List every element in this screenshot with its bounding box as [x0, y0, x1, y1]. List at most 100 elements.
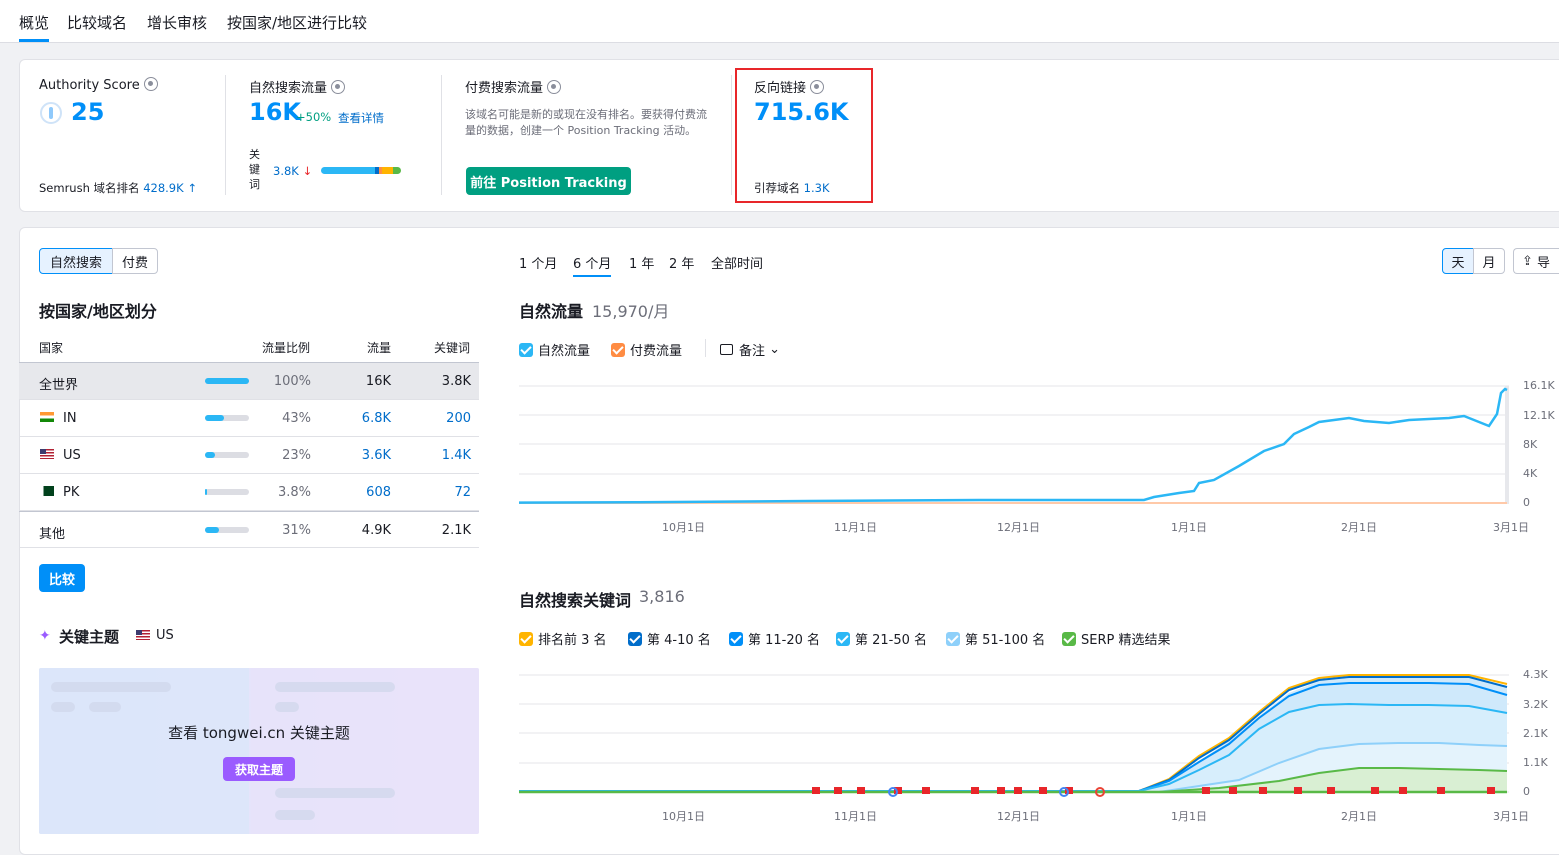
keywords-value: 3.8K ↓: [273, 164, 312, 178]
info-icon[interactable]: [143, 77, 158, 91]
header-keywords[interactable]: 关键词: [434, 339, 470, 356]
checkbox-icon: [519, 631, 533, 646]
tab-growth-audit[interactable]: 增长审核: [147, 12, 207, 33]
header-traffic[interactable]: 流量: [367, 339, 391, 356]
country-name: 其他: [39, 527, 66, 542]
y-tick: 16.1K: [1523, 379, 1555, 392]
paid-traffic-description: 该域名可能是新的或现在没有排名。要获得付费流量的数据，创建一个 Position…: [465, 108, 707, 137]
us-flag-icon: [136, 630, 150, 640]
paid-toggle[interactable]: 付费: [112, 248, 158, 274]
tab-compare-domains[interactable]: 比较域名: [67, 12, 127, 33]
country-name: IN: [63, 411, 77, 426]
info-icon[interactable]: [331, 80, 346, 94]
traffic-value[interactable]: 3.6K: [341, 448, 391, 463]
table-row[interactable]: US 23% 3.6K 1.4K: [19, 437, 479, 474]
traffic-chart-subtitle: 15,970/月: [592, 302, 670, 321]
table-row[interactable]: PK 3.8% 608 72: [19, 474, 479, 511]
down-arrow-icon: ↓: [302, 164, 313, 178]
x-tick: 10月1日: [662, 521, 705, 534]
comment-icon: [720, 344, 733, 355]
legend-4-10[interactable]: 第 4-10 名: [628, 629, 711, 648]
x-tick: 10月1日: [662, 810, 705, 823]
legend-paid[interactable]: 付费流量: [611, 340, 682, 359]
divider: [441, 75, 442, 195]
legend-51-100[interactable]: 第 51-100 名: [946, 629, 1045, 648]
traffic-value[interactable]: 608: [341, 485, 391, 500]
india-flag-icon: [40, 412, 54, 422]
topics-country: US: [156, 628, 174, 643]
country-name: PK: [63, 485, 80, 500]
y-tick: 4.3K: [1523, 668, 1548, 681]
keyword-distribution-bar: [321, 167, 401, 174]
x-tick: 3月1日: [1493, 521, 1529, 534]
share-bar-fill: [205, 415, 224, 421]
traffic-chart-title: 自然流量: [519, 302, 584, 321]
tab-compare-countries[interactable]: 按国家/地区进行比较: [227, 12, 367, 33]
x-tick: 2月1日: [1341, 810, 1377, 823]
legend-21-50[interactable]: 第 21-50 名: [836, 629, 927, 648]
organic-traffic-line: [519, 387, 1508, 504]
legend-serp[interactable]: SERP 精选结果: [1062, 629, 1170, 648]
keywords-value[interactable]: 200: [421, 411, 471, 426]
y-tick: 8K: [1523, 438, 1538, 451]
period-6-months[interactable]: 6 个月: [573, 253, 612, 277]
share-bar: [205, 489, 249, 495]
compare-button[interactable]: 比较: [39, 564, 85, 592]
table-row[interactable]: 其他 31% 4.9K 2.1K: [19, 511, 479, 548]
highlight-box: [735, 68, 873, 203]
table-row[interactable]: IN 43% 6.8K 200: [19, 400, 479, 437]
share-value: 43%: [282, 411, 311, 426]
share-bar: [205, 415, 249, 421]
country-name: 全世界: [39, 378, 79, 393]
info-icon[interactable]: [547, 80, 562, 94]
export-button[interactable]: ⇪ 导: [1513, 248, 1559, 274]
keywords-value: 2.1K: [441, 523, 471, 538]
organic-traffic-value[interactable]: 16K: [249, 98, 301, 126]
share-bar-fill: [205, 378, 249, 384]
checkbox-icon: [836, 631, 850, 646]
divider: [225, 75, 226, 195]
position-tracking-button[interactable]: 前往 Position Tracking: [466, 167, 631, 195]
notes-dropdown[interactable]: 备注 ⌄: [720, 340, 780, 359]
x-tick: 12月1日: [997, 810, 1040, 823]
upload-icon: ⇪: [1522, 253, 1533, 269]
top-tabs: 概览 比较域名 增长审核 按国家/地区进行比较: [0, 0, 1559, 43]
period-1-month[interactable]: 1 个月: [519, 253, 557, 272]
granularity-day[interactable]: 天: [1442, 248, 1474, 274]
keywords-value: 3.8K: [441, 374, 471, 389]
authority-gauge-icon: [40, 102, 62, 124]
keywords-value[interactable]: 72: [421, 485, 471, 500]
x-tick: 1月1日: [1171, 810, 1207, 823]
legend-top3[interactable]: 排名前 3 名: [519, 629, 607, 648]
get-topics-button[interactable]: 获取主题: [223, 757, 295, 781]
organic-toggle[interactable]: 自然搜索: [39, 248, 113, 274]
granularity-month[interactable]: 月: [1473, 248, 1505, 274]
topics-title: 关键主题: [59, 628, 120, 646]
period-all-time[interactable]: 全部时间: [711, 253, 763, 272]
tab-overview[interactable]: 概览: [19, 12, 50, 42]
share-bar-fill: [205, 452, 215, 458]
x-tick: 11月1日: [834, 810, 877, 823]
export-label: 导: [1537, 255, 1551, 271]
keywords-label: 关键词: [249, 148, 260, 191]
checkbox-icon: [1062, 631, 1076, 646]
table-row[interactable]: 全世界 100% 16K 3.8K: [19, 363, 479, 400]
y-tick: 1.1K: [1523, 756, 1548, 769]
period-1-year[interactable]: 1 年: [629, 253, 654, 272]
rank-value-link[interactable]: 428.9K: [143, 181, 183, 195]
rank-up-arrow-icon: ↑: [187, 181, 197, 195]
view-details-link[interactable]: 查看详情: [338, 110, 384, 126]
legend-11-20[interactable]: 第 11-20 名: [729, 629, 820, 648]
legend-organic[interactable]: 自然流量: [519, 340, 590, 359]
us-flag-icon: [40, 449, 54, 459]
authority-score-value: 25: [71, 98, 105, 126]
x-tick: 3月1日: [1493, 810, 1529, 823]
traffic-value[interactable]: 6.8K: [341, 411, 391, 426]
share-value: 31%: [282, 523, 311, 538]
header-share[interactable]: 流量比例: [262, 339, 310, 356]
sparkle-icon: ✦: [39, 628, 51, 644]
period-2-years[interactable]: 2 年: [669, 253, 694, 272]
keywords-value-link[interactable]: 3.8K: [273, 164, 299, 178]
keywords-value[interactable]: 1.4K: [421, 448, 471, 463]
share-bar: [205, 378, 249, 384]
